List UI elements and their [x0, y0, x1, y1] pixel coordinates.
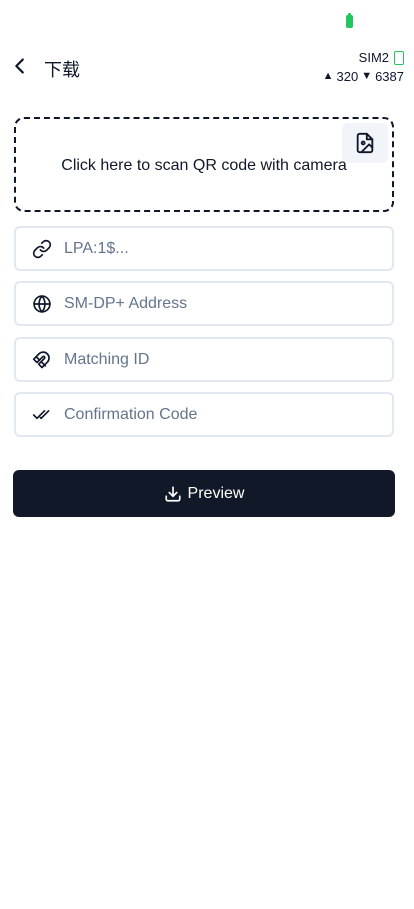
- image-picker-button[interactable]: [342, 123, 388, 163]
- chevron-left-icon: [15, 58, 24, 74]
- matching-id-placeholder: Matching ID: [64, 350, 150, 368]
- upload-arrow-icon: ▲: [322, 70, 334, 82]
- scan-qr-area[interactable]: Click here to scan QR code with camera: [14, 117, 394, 212]
- confirmation-code-placeholder: Confirmation Code: [64, 405, 198, 423]
- app-header: 下载 SIM2 ▲ 320 ▼ 6387: [0, 40, 414, 96]
- back-button[interactable]: [6, 52, 34, 80]
- smdp-placeholder: SM-DP+ Address: [64, 294, 188, 312]
- smdp-address-field[interactable]: SM-DP+ Address: [14, 281, 394, 326]
- magnet-icon: [32, 350, 52, 370]
- scan-prompt: Click here to scan QR code with camera: [61, 157, 347, 174]
- download-count: 6387: [375, 69, 404, 84]
- preview-label: Preview: [187, 484, 245, 502]
- sim-label: SIM2: [358, 50, 389, 65]
- double-check-icon: [32, 405, 52, 425]
- lpa-field[interactable]: LPA:1$...: [14, 226, 394, 271]
- link-icon: [32, 239, 52, 259]
- confirmation-code-field[interactable]: Confirmation Code: [14, 392, 394, 437]
- download-icon: [164, 485, 181, 502]
- sim-info: SIM2 ▲ 320 ▼ 6387: [323, 48, 404, 86]
- lpa-placeholder: LPA:1$...: [64, 239, 129, 257]
- battery-icon: [346, 13, 353, 28]
- page-title: 下载: [44, 60, 80, 80]
- image-file-icon: [356, 132, 374, 154]
- upload-count: 320: [336, 69, 359, 84]
- matching-id-field[interactable]: Matching ID: [14, 337, 394, 382]
- status-bar: [0, 0, 414, 40]
- globe-icon: [32, 294, 52, 314]
- download-arrow-icon: ▼: [361, 70, 373, 82]
- sim-card-icon: [394, 50, 404, 65]
- preview-button[interactable]: Preview: [13, 470, 395, 517]
